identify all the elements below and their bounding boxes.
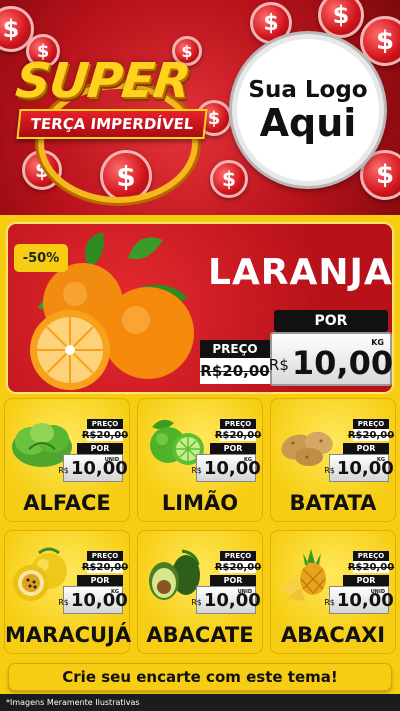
- new-price: 10,00: [203, 590, 261, 611]
- product-card: PREÇO R$20,00 POR KG R$ 10,00 LIMÃO: [137, 398, 263, 522]
- price-tag: PREÇO R$20,00 POR KG R$ 10,00: [58, 551, 129, 615]
- new-price-box: UNID R$ 10,00: [191, 586, 261, 614]
- new-price: 10,00: [70, 590, 128, 611]
- price-unit: KG: [111, 589, 119, 595]
- price-tag: PREÇO R$20,00 POR KG R$ 10,00: [324, 419, 395, 483]
- price-unit: KG: [371, 338, 384, 347]
- new-price: 10,00: [291, 344, 394, 382]
- price-tag: PREÇO R$20,00 POR UNID R$ 10,00: [324, 551, 395, 615]
- old-price: R$20,00: [81, 561, 129, 573]
- new-price-label: POR: [210, 443, 256, 454]
- product-card: PREÇO R$20,00 POR KG R$ 10,00 BATATA: [270, 398, 396, 522]
- old-price: R$20,00: [214, 561, 262, 573]
- new-price-label: POR: [343, 575, 389, 586]
- price-unit: UNID: [104, 457, 119, 463]
- new-price: 10,00: [336, 590, 394, 611]
- new-price-label: POR: [343, 443, 389, 454]
- product-card: PREÇO R$20,00 POR KG R$ 10,00 MARACUJÁ: [4, 530, 132, 654]
- old-price-label: PREÇO: [220, 419, 256, 429]
- discount-badge: -50%: [14, 244, 68, 272]
- new-price-label: POR: [274, 310, 388, 332]
- logo-line1: Sua Logo: [248, 77, 368, 103]
- new-price-box: KG R$ 10,00: [268, 332, 394, 386]
- product-card: PREÇO R$20,00 POR UNID R$ 10,00 ABACATE: [137, 530, 263, 654]
- badge-subtitle-ribbon: TERÇA IMPERDÍVEL: [16, 109, 208, 139]
- currency: R$: [58, 466, 69, 475]
- currency: R$: [268, 356, 289, 374]
- price-tag: PREÇO R$20,00 POR UNID R$ 10,00: [191, 551, 262, 615]
- old-price: R$20,00: [214, 429, 262, 441]
- header-banner: $ $ $ $ $ $ $ $ $ $ $ SUPER TERÇA IMPERD…: [0, 0, 400, 215]
- currency: R$: [191, 598, 202, 607]
- old-price: R$20,00: [347, 429, 395, 441]
- new-price-box: UNID R$ 10,00: [58, 454, 128, 482]
- currency: R$: [324, 466, 335, 475]
- new-price-label: POR: [210, 575, 256, 586]
- product-card: PREÇO R$20,00 POR UNID R$ 10,00 ABACAXI: [270, 530, 396, 654]
- old-price-label: PREÇO: [87, 419, 123, 429]
- new-price: 10,00: [203, 458, 261, 479]
- coin-icon: $: [360, 16, 400, 66]
- old-price-label: PREÇO: [353, 419, 389, 429]
- super-badge: SUPER TERÇA IMPERDÍVEL: [10, 45, 208, 203]
- featured-price-tag: POR PREÇO R$20,00 KG R$ 10,00: [200, 310, 394, 388]
- badge-title: SUPER: [13, 53, 193, 109]
- new-price-box: KG R$ 10,00: [324, 454, 394, 482]
- new-price-label: POR: [77, 575, 123, 586]
- price-tag: PREÇO R$20,00 POR KG R$ 10,00: [191, 419, 262, 483]
- price-unit: UNID: [237, 589, 252, 595]
- currency: R$: [58, 598, 69, 607]
- old-price-label: PREÇO: [220, 551, 256, 561]
- new-price-label: POR: [77, 443, 123, 454]
- logo-placeholder: Sua Logo Aqui: [232, 34, 384, 186]
- logo-line2: Aqui: [259, 101, 357, 145]
- product-name: BATATA: [289, 491, 377, 515]
- flyer: $ $ $ $ $ $ $ $ $ $ $ SUPER TERÇA IMPERD…: [0, 0, 400, 711]
- featured-offer: -50% LARANJA POR PREÇO R$20,00 KG R$ 10,…: [6, 222, 394, 394]
- old-price-label: PREÇO: [200, 340, 270, 358]
- product-name: ABACATE: [146, 623, 254, 647]
- featured-product-name: LARANJA: [208, 252, 393, 293]
- price-unit: KG: [244, 457, 252, 463]
- product-name: ABACAXI: [280, 623, 386, 647]
- product-name: MARACUJÁ: [5, 623, 132, 647]
- new-price-box: KG R$ 10,00: [191, 454, 261, 482]
- new-price: 10,00: [336, 458, 394, 479]
- old-price: R$20,00: [81, 429, 129, 441]
- price-tag: PREÇO R$20,00 POR UNID R$ 10,00: [58, 419, 129, 483]
- price-unit: UNID: [370, 589, 385, 595]
- currency: R$: [191, 466, 202, 475]
- currency: R$: [324, 598, 335, 607]
- product-name: ALFACE: [23, 491, 111, 515]
- product-card: PREÇO R$20,00 POR UNID R$ 10,00 ALFACE: [4, 398, 130, 522]
- old-price: R$20,00: [347, 561, 395, 573]
- new-price: 10,00: [70, 458, 128, 479]
- old-price-label: PREÇO: [353, 551, 389, 561]
- footer-disclaimer: *Imagens Meramente Ilustrativas: [0, 694, 400, 711]
- new-price-box: KG R$ 10,00: [58, 586, 128, 614]
- cta-banner[interactable]: Crie seu encarte com este tema!: [8, 663, 392, 691]
- product-name: LIMÃO: [161, 491, 239, 515]
- old-price-label: PREÇO: [87, 551, 123, 561]
- coin-icon: $: [210, 160, 248, 198]
- new-price-box: UNID R$ 10,00: [324, 586, 394, 614]
- offers-area: -50% LARANJA POR PREÇO R$20,00 KG R$ 10,…: [0, 215, 400, 711]
- price-unit: KG: [377, 457, 385, 463]
- old-price: R$20,00: [200, 358, 270, 384]
- coin-icon: $: [318, 0, 364, 38]
